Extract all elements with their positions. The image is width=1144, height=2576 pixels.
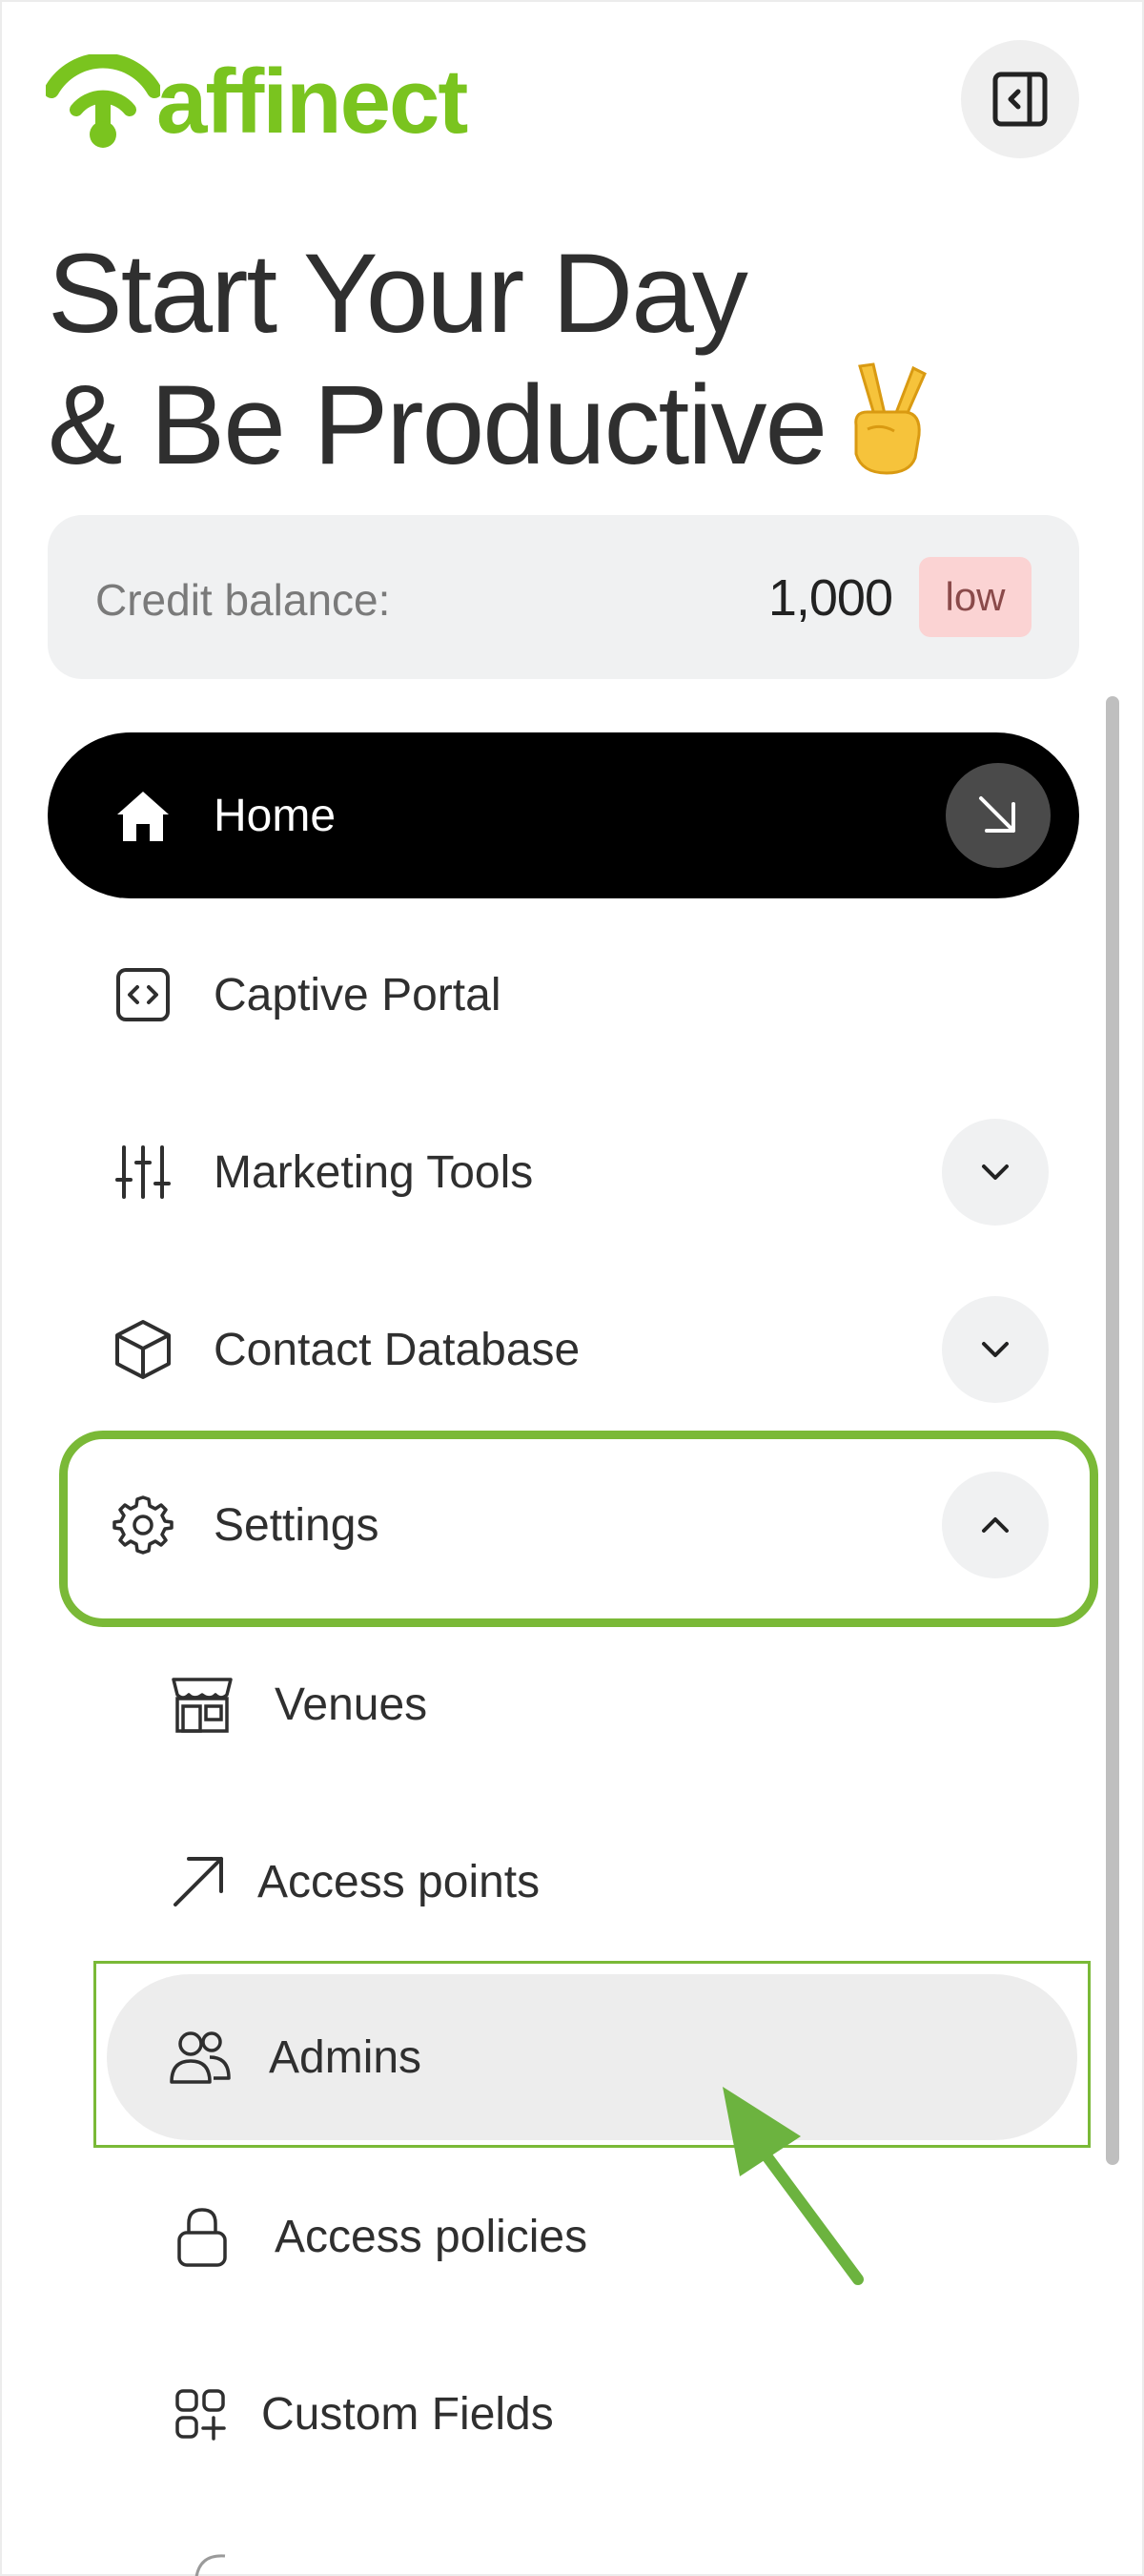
sliders-icon <box>109 1138 177 1206</box>
arrow-down-right-icon <box>979 796 1015 833</box>
credit-status-badge: low <box>919 557 1032 637</box>
next-item-icon-partial <box>194 2554 226 2576</box>
credit-balance-value: 1,000 <box>767 569 893 627</box>
nav-item-home[interactable]: Home <box>48 732 1079 898</box>
credit-balance-label: Credit balance: <box>95 575 391 625</box>
headline-line-1: Start Your Day <box>48 231 748 357</box>
brand-logo[interactable]: affinect <box>46 50 468 155</box>
sidebar-collapse-icon <box>992 72 1048 127</box>
cube-icon <box>109 1315 177 1384</box>
chevron-down-icon <box>982 1342 1009 1357</box>
nav-item-marketing-tools-label: Marketing Tools <box>214 1146 534 1198</box>
page-headline: Start Your Day & Be Productive <box>48 229 1077 490</box>
nav-item-marketing-tools[interactable]: Marketing Tools <box>48 1089 1079 1255</box>
sidebar-item-custom-fields[interactable]: Custom Fields <box>48 2331 1079 2497</box>
sidebar-item-admins-label: Admins <box>269 2031 422 2083</box>
annotation-arrow-icon <box>723 2087 864 2285</box>
nav-item-captive-portal[interactable]: Captive Portal <box>48 912 1079 1078</box>
marketing-tools-expand-button[interactable] <box>942 1119 1049 1226</box>
storefront-icon <box>166 1668 238 1741</box>
sidebar-item-venues[interactable]: Venues <box>48 1621 1079 1787</box>
sidebar-item-access-policies-label: Access policies <box>275 2211 588 2262</box>
credit-balance-card: Credit balance: 1,000 low <box>48 515 1079 679</box>
sidebar-item-access-points-label: Access points <box>257 1856 541 1907</box>
wifi-logo-icon <box>46 54 160 148</box>
sidebar-item-access-points[interactable]: Access points <box>48 1799 1079 1965</box>
sidebar-item-venues-label: Venues <box>275 1679 428 1730</box>
users-icon <box>164 2021 236 2093</box>
code-icon <box>109 960 177 1029</box>
home-go-button[interactable] <box>946 763 1051 868</box>
sidebar-item-custom-fields-label: Custom Fields <box>261 2388 554 2440</box>
headline-line-2: & Be Productive <box>48 359 1077 490</box>
lock-icon <box>166 2200 238 2273</box>
arrow-up-right-icon <box>162 1845 235 1918</box>
nav-item-contact-database[interactable]: Contact Database <box>48 1267 1079 1432</box>
sidebar-scrollbar[interactable] <box>1106 696 1119 2165</box>
settings-highlight-annotation <box>59 1431 1098 1627</box>
chevron-down-icon <box>982 1164 1009 1180</box>
nav-item-captive-portal-label: Captive Portal <box>214 969 501 1020</box>
sidebar-item-access-policies[interactable]: Access policies <box>48 2154 1079 2319</box>
brand-name: affinect <box>156 51 468 153</box>
victory-hand-icon <box>854 362 928 475</box>
contact-database-expand-button[interactable] <box>942 1296 1049 1403</box>
grid-plus-icon <box>164 2378 236 2450</box>
nav-item-contact-database-label: Contact Database <box>214 1324 581 1375</box>
home-icon <box>109 781 177 850</box>
nav-item-home-label: Home <box>214 790 337 841</box>
headline-line-2-text: & Be Productive <box>48 362 827 488</box>
sidebar-item-admins[interactable]: Admins <box>107 1974 1077 2140</box>
sidebar-collapse-button[interactable] <box>961 40 1079 158</box>
